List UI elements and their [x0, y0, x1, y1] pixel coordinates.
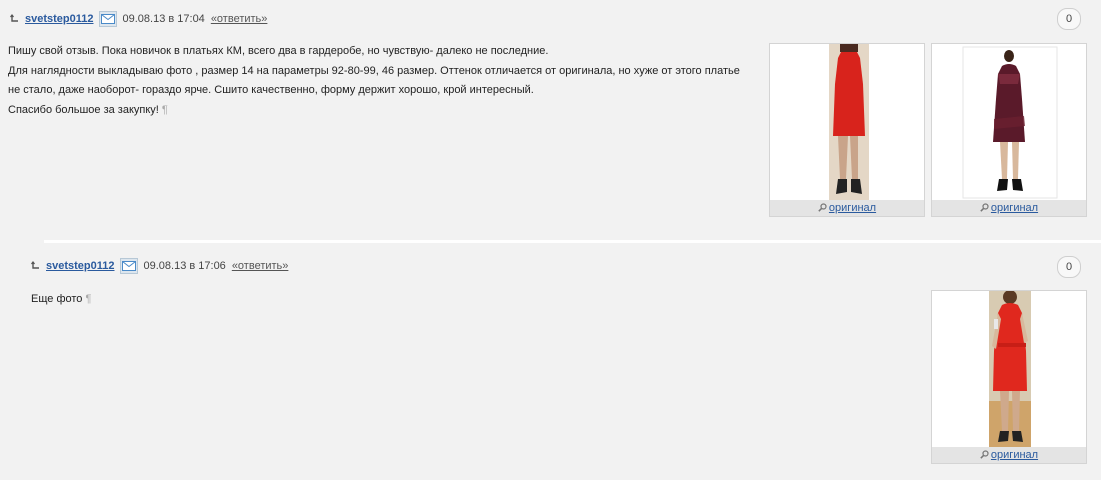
comment-text: Еще фото ¶	[31, 290, 91, 310]
dress-photo[interactable]	[932, 44, 1086, 201]
comment-line-text: Спасибо большое за закупку!	[8, 103, 159, 116]
comment-line: Для наглядности выкладываю фото , размер…	[8, 64, 740, 77]
dress-photo[interactable]	[770, 44, 924, 201]
original-link-bar: оригинал	[932, 200, 1086, 216]
pilcrow-mark: ¶	[161, 103, 168, 116]
author-link[interactable]: svetstep0112	[46, 260, 115, 272]
original-link[interactable]: оригинал	[829, 202, 876, 214]
mail-icon[interactable]	[119, 258, 138, 274]
dress-photo[interactable]	[932, 291, 1086, 448]
comment-line: не стало, даже наоборот- гораздо ярче. С…	[8, 84, 534, 96]
photo-thumbnail[interactable]: оригинал	[769, 43, 925, 217]
comment-reply: svetstep0112 09.08.13 в 17:06 «ответить»…	[0, 247, 1101, 480]
comment-line: Еще фото ¶	[31, 290, 91, 310]
comment-text: Пишу свой отзыв. Пока новичок в платьях …	[8, 42, 740, 120]
original-link[interactable]: оригинал	[991, 449, 1038, 461]
reply-link[interactable]: «ответить»	[232, 260, 289, 272]
comment-date: 09.08.13 в 17:04	[122, 13, 205, 25]
comment-date: 09.08.13 в 17:06	[143, 260, 226, 272]
photo-thumbnail[interactable]: оригинал	[931, 290, 1087, 464]
rating-counter[interactable]: 0	[1057, 256, 1081, 278]
comment-header: svetstep0112 09.08.13 в 17:06 «ответить»	[31, 258, 288, 274]
original-link[interactable]: оригинал	[991, 202, 1038, 214]
rating-counter[interactable]: 0	[1057, 8, 1081, 30]
comment-line: Спасибо большое за закупку! ¶	[8, 101, 740, 121]
reply-arrow-icon	[10, 14, 20, 24]
original-link-bar: оригинал	[932, 447, 1086, 463]
photo-thumbnail[interactable]: оригинал	[931, 43, 1087, 217]
author-link[interactable]: svetstep0112	[25, 13, 94, 25]
comment-line-text: Еще фото	[31, 293, 83, 305]
mail-icon[interactable]	[98, 11, 117, 27]
magnifier-icon	[818, 201, 827, 212]
magnifier-icon	[980, 448, 989, 459]
comment-line: Пишу свой отзыв. Пока новичок в платьях …	[8, 45, 549, 57]
original-link-bar: оригинал	[770, 200, 924, 216]
comment-header: svetstep0112 09.08.13 в 17:04 «ответить»	[10, 11, 267, 27]
magnifier-icon	[980, 201, 989, 212]
pilcrow-mark: ¶	[85, 293, 92, 305]
comment-divider	[44, 240, 1101, 243]
reply-arrow-icon	[31, 261, 41, 271]
reply-link[interactable]: «ответить»	[211, 13, 268, 25]
comment: svetstep0112 09.08.13 в 17:04 «ответить»…	[0, 0, 1101, 240]
